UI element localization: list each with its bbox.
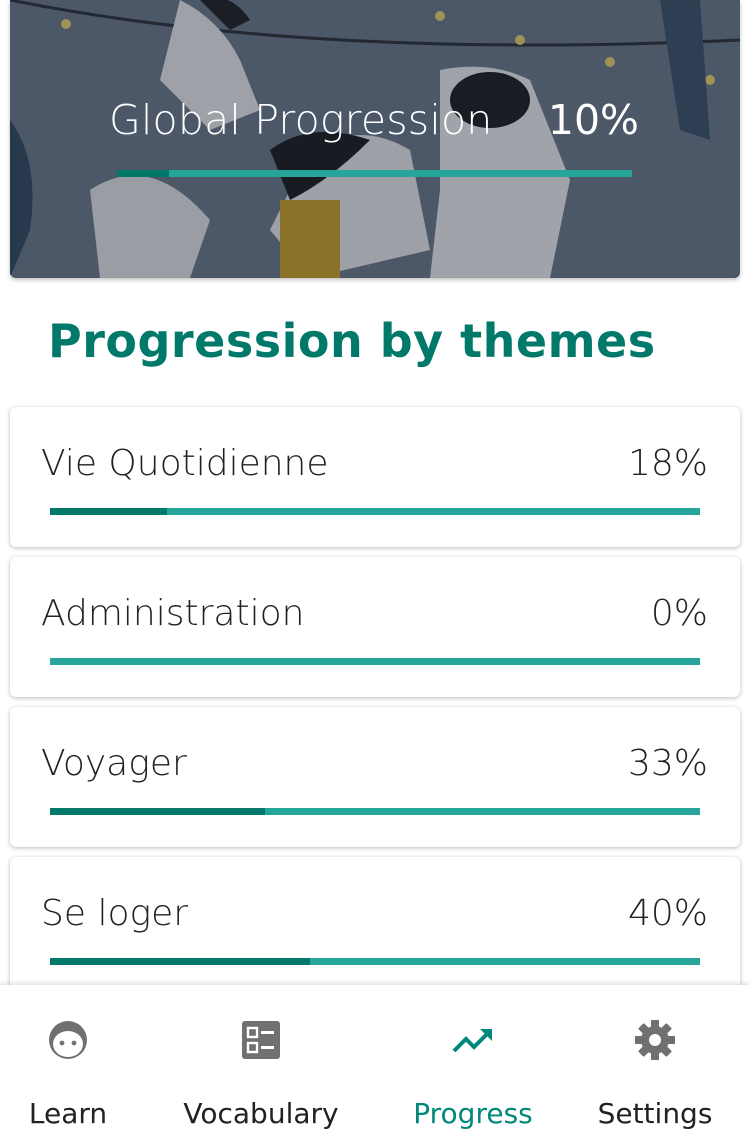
- theme-card-se-loger[interactable]: Se loger 40%: [10, 857, 740, 997]
- theme-percent: 0%: [650, 593, 708, 634]
- global-progress-bar: [117, 170, 632, 177]
- theme-card-vie-quotidienne[interactable]: Vie Quotidienne 18%: [10, 407, 740, 547]
- global-progress-percent: 10%: [547, 96, 639, 144]
- theme-progress-bar-fill: [50, 508, 167, 515]
- theme-percent: 18%: [627, 443, 708, 484]
- nav-item-vocabulary[interactable]: Vocabulary: [136, 985, 386, 1143]
- theme-progress-bar: [50, 808, 700, 815]
- nav-label-learn: Learn: [28, 1097, 108, 1130]
- theme-card-voyager[interactable]: Voyager 33%: [10, 707, 740, 847]
- section-title: Progression by themes: [48, 314, 656, 368]
- theme-name: Se loger: [41, 893, 189, 934]
- theme-progress-bar-fill: [50, 958, 310, 965]
- gear-icon: [635, 1020, 675, 1060]
- theme-name: Voyager: [41, 743, 187, 784]
- trending-up-icon: [452, 1029, 492, 1053]
- nav-label-progress: Progress: [413, 1097, 533, 1130]
- theme-percent: 33%: [627, 743, 708, 784]
- theme-card-administration[interactable]: Administration 0%: [10, 557, 740, 697]
- theme-progress-bar-fill: [50, 808, 265, 815]
- global-progress-header: Global Progression 10%: [10, 0, 740, 278]
- nav-label-settings: Settings: [597, 1097, 713, 1130]
- nav-item-learn[interactable]: Learn: [0, 985, 136, 1143]
- global-progress-title: Global Progression: [109, 96, 493, 144]
- theme-progress-bar: [50, 658, 700, 665]
- bottom-navigation: Learn Vocabulary Progress Settings: [0, 985, 750, 1143]
- list-icon: [242, 1021, 280, 1059]
- nav-item-settings[interactable]: Settings: [560, 985, 750, 1143]
- nav-label-vocabulary: Vocabulary: [183, 1097, 339, 1130]
- theme-progress-bar: [50, 508, 700, 515]
- theme-name: Vie Quotidienne: [41, 443, 329, 484]
- nav-item-progress[interactable]: Progress: [386, 985, 560, 1143]
- theme-percent: 40%: [627, 893, 708, 934]
- theme-name: Administration: [41, 593, 305, 634]
- face-icon: [49, 1021, 87, 1059]
- global-progress-bar-fill: [117, 170, 169, 177]
- theme-progress-bar: [50, 958, 700, 965]
